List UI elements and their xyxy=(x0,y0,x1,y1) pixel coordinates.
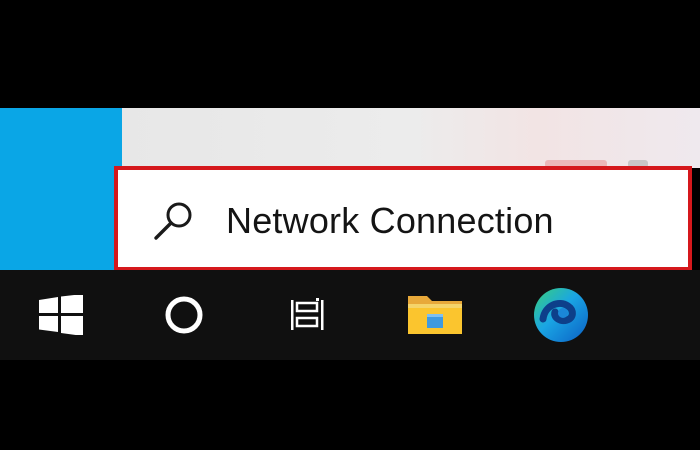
cortana-button[interactable] xyxy=(139,270,229,360)
windows-logo-icon xyxy=(39,295,83,335)
start-button[interactable] xyxy=(16,270,106,360)
file-explorer-button[interactable] xyxy=(390,270,480,360)
letterbox-bottom xyxy=(0,360,700,450)
taskbar xyxy=(0,270,700,360)
task-view-icon xyxy=(291,298,324,330)
edge-icon xyxy=(534,288,588,342)
background-window xyxy=(122,108,700,168)
search-input[interactable]: Network Connection xyxy=(226,199,554,243)
folder-icon xyxy=(408,296,462,334)
cortana-ring-icon xyxy=(165,296,203,334)
search-icon[interactable] xyxy=(150,198,200,244)
letterbox-top xyxy=(0,0,700,108)
accent-tile xyxy=(0,108,122,270)
task-view-button[interactable] xyxy=(262,270,352,360)
edge-button[interactable] xyxy=(516,270,606,360)
